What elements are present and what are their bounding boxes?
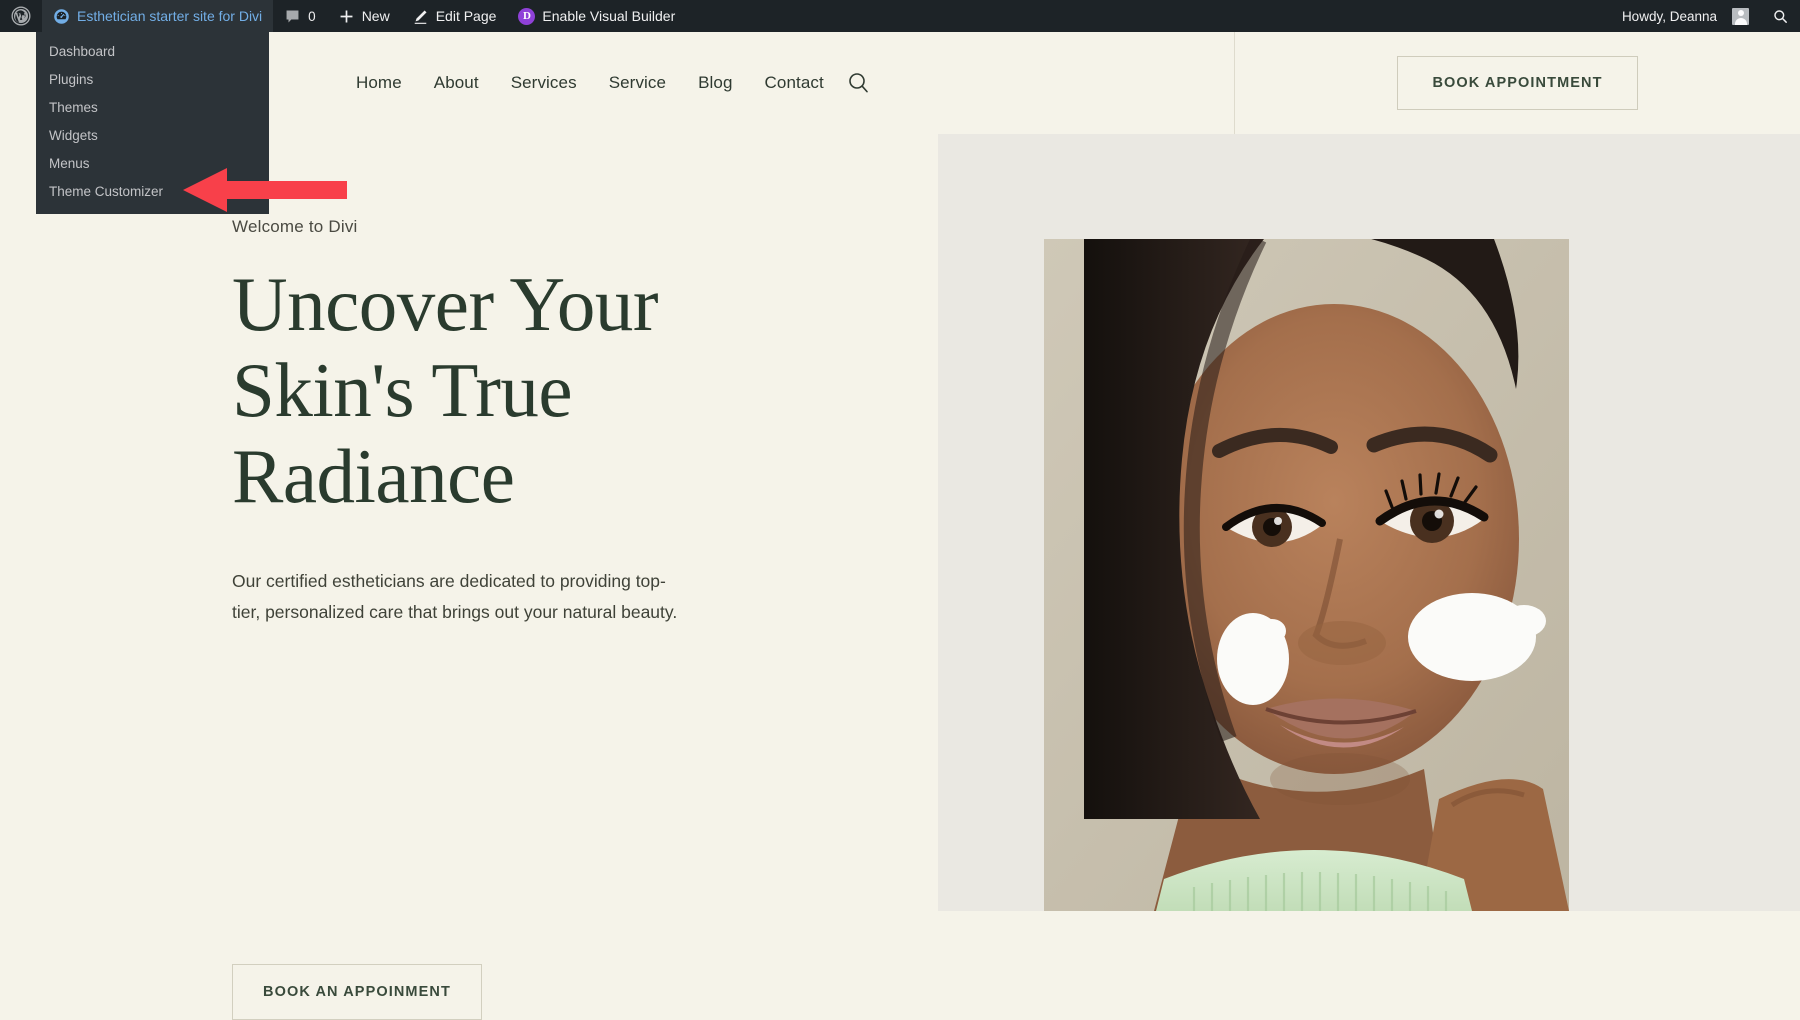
wp-admin-bar: Esthetician starter site for Divi 0 New … bbox=[0, 0, 1800, 32]
adminbar-edit-page-label: Edit Page bbox=[435, 8, 497, 24]
dashboard-speedometer-icon bbox=[53, 8, 70, 25]
menu-item-theme-customizer[interactable]: Theme Customizer bbox=[36, 178, 269, 206]
hero-eyebrow: Welcome to Divi bbox=[232, 217, 358, 236]
wordpress-logo-icon bbox=[11, 6, 31, 26]
adminbar-new[interactable]: New bbox=[327, 0, 401, 32]
hero-photo bbox=[1044, 239, 1569, 911]
hero-section: Welcome to Divi Uncover Your Skin's True… bbox=[0, 134, 1800, 1020]
hero-content-column: Welcome to Divi Uncover Your Skin's True… bbox=[0, 134, 938, 1020]
adminbar-new-label: New bbox=[361, 8, 390, 24]
adminbar-visual-builder-label: Enable Visual Builder bbox=[542, 8, 676, 24]
page-title: Uncover Your Skin's True Radiance bbox=[232, 261, 938, 520]
nav-item-about[interactable]: About bbox=[418, 73, 495, 93]
hero-title-line-2: Skin's True bbox=[232, 347, 573, 434]
adminbar-my-account[interactable]: Howdy, Deanna bbox=[1601, 0, 1760, 32]
nav-item-blog[interactable]: Blog bbox=[682, 73, 748, 93]
comment-bubble-icon bbox=[284, 8, 301, 25]
adminbar-site-name[interactable]: Esthetician starter site for Divi bbox=[42, 0, 274, 32]
site-header: Home About Services Service Blog Contact… bbox=[0, 32, 1800, 134]
hero-title-line-3: Radiance bbox=[232, 433, 515, 520]
nav-item-contact[interactable]: Contact bbox=[749, 73, 840, 93]
book-appointment-button[interactable]: Book Appointment bbox=[1397, 56, 1638, 110]
nav-item-services[interactable]: Services bbox=[495, 73, 593, 93]
adminbar-visual-builder[interactable]: D Enable Visual Builder bbox=[507, 0, 686, 32]
menu-item-menus[interactable]: Menus bbox=[36, 150, 269, 178]
menu-item-plugins[interactable]: Plugins bbox=[36, 66, 269, 94]
divi-logo-icon: D bbox=[518, 7, 536, 25]
adminbar-account-area: Howdy, Deanna bbox=[1601, 0, 1800, 32]
site-header-right: Book Appointment bbox=[1235, 32, 1800, 134]
nav-item-home[interactable]: Home bbox=[340, 73, 418, 93]
menu-item-dashboard[interactable]: Dashboard bbox=[36, 38, 269, 66]
search-icon bbox=[1772, 8, 1789, 25]
nav-search-button[interactable] bbox=[846, 70, 872, 96]
adminbar-edit-page[interactable]: Edit Page bbox=[401, 0, 508, 32]
comment-count: 0 bbox=[308, 8, 316, 24]
hero-title-line-1: Uncover Your bbox=[232, 261, 659, 347]
search-icon bbox=[849, 73, 868, 93]
adminbar-howdy-label: Howdy, Deanna bbox=[1621, 8, 1717, 24]
site-nav: Home About Services Service Blog Contact bbox=[340, 70, 872, 96]
adminbar-wp-logo[interactable] bbox=[0, 0, 42, 32]
nav-item-service[interactable]: Service bbox=[593, 73, 682, 93]
plus-icon bbox=[338, 8, 355, 25]
adminbar-site-menu-dropdown: Dashboard Plugins Themes Widgets Menus T… bbox=[36, 32, 269, 214]
adminbar-search-button[interactable] bbox=[1760, 0, 1800, 32]
book-an-appointment-button[interactable]: Book an Appoinment bbox=[232, 964, 482, 1020]
hero-paragraph: Our certified estheticians are dedicated… bbox=[232, 570, 678, 622]
hero-image-column bbox=[938, 134, 1800, 911]
avatar bbox=[1732, 7, 1749, 25]
adminbar-comments[interactable]: 0 bbox=[273, 0, 327, 32]
adminbar-site-name-label: Esthetician starter site for Divi bbox=[77, 8, 263, 24]
menu-item-themes[interactable]: Themes bbox=[36, 94, 269, 122]
menu-item-widgets[interactable]: Widgets bbox=[36, 122, 269, 150]
pencil-icon bbox=[412, 8, 429, 25]
